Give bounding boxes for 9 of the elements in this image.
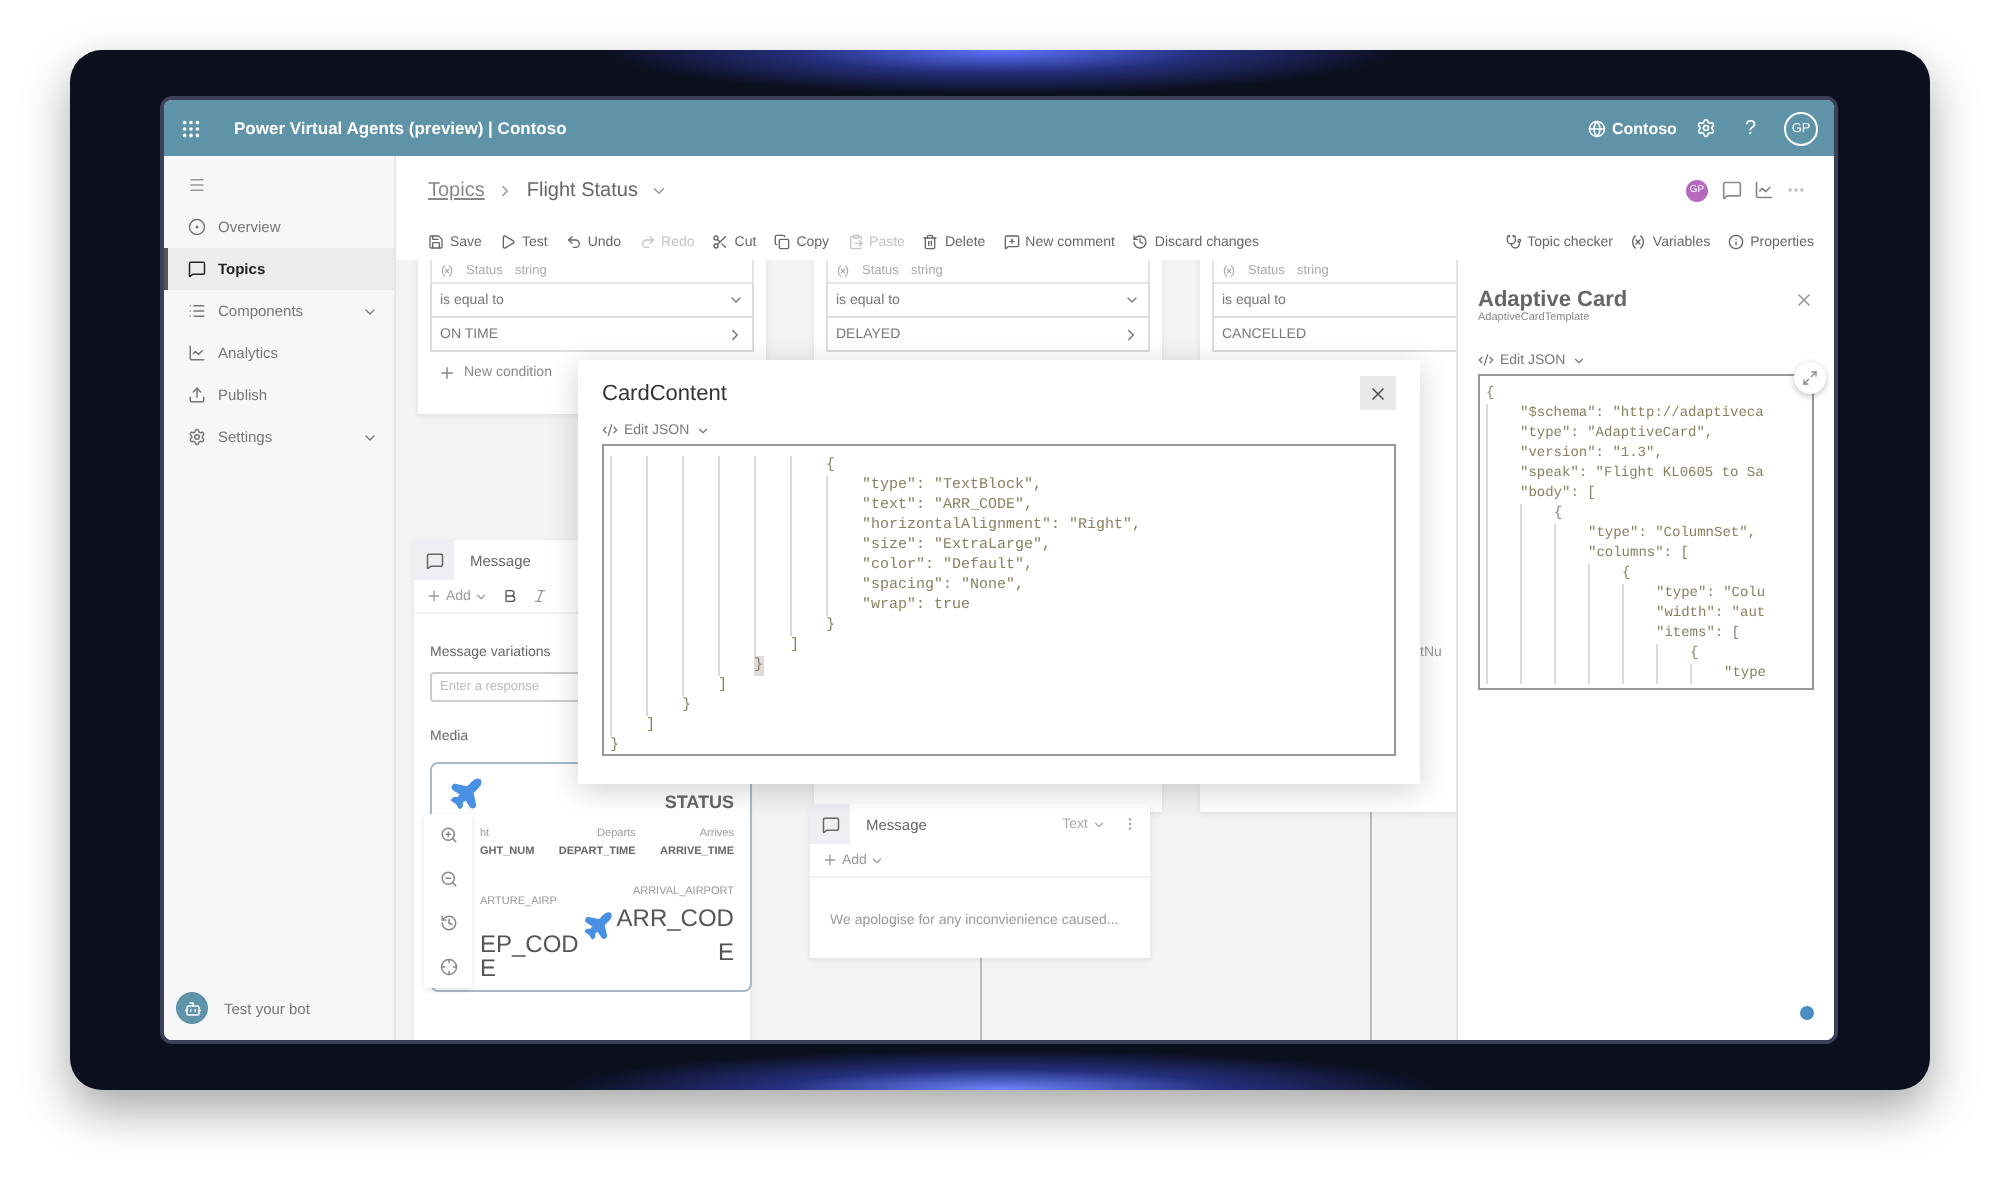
dialog-title: CardContent [602,381,727,405]
airport-code: E [480,954,497,982]
airport-code: EP_COD [480,929,579,957]
panel-title: Adaptive Card [1478,288,1628,312]
status-text: STATUS [664,792,734,812]
airport-code: ARR_COD [616,904,734,932]
app-title: Power Virtual Agents (preview) | Contoso [234,118,569,138]
breadcrumb-current: Flight Status [526,179,638,201]
airport-code: E [717,938,734,966]
